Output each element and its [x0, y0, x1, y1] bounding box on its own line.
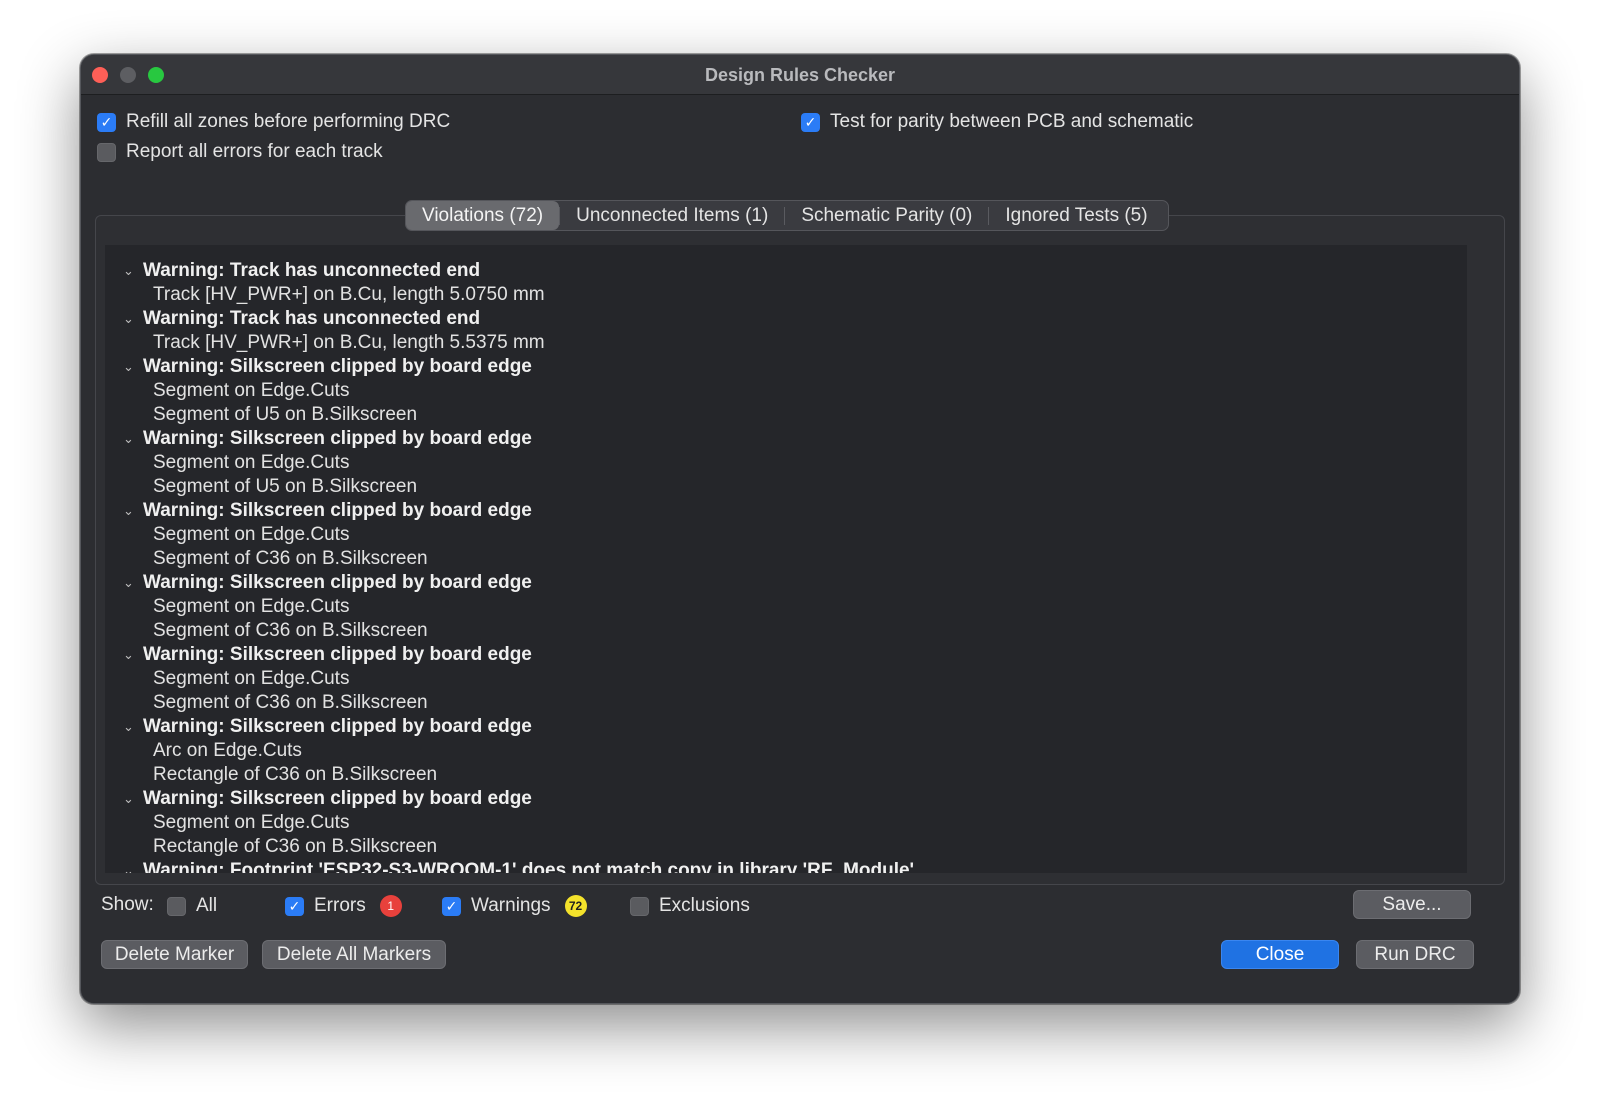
close-button[interactable]: Close: [1221, 940, 1339, 969]
filter-all-label: All: [196, 895, 218, 916]
violation-title: Warning: Silkscreen clipped by board edg…: [143, 428, 532, 449]
chevron-down-icon[interactable]: ⌄: [123, 427, 134, 451]
violation-row[interactable]: ⌄ Warning: Track has unconnected end: [105, 307, 480, 331]
tab-schematic-parity[interactable]: Schematic Parity (0): [785, 201, 988, 230]
violation-row[interactable]: ⌄ Warning: Silkscreen clipped by board ed…: [105, 355, 532, 379]
run-drc-button[interactable]: Run DRC: [1356, 940, 1474, 969]
tab-violations[interactable]: Violations (72): [406, 201, 560, 230]
checkbox-icon[interactable]: [630, 896, 649, 916]
violation-title: Warning: Silkscreen clipped by board edg…: [143, 644, 532, 665]
violation-row[interactable]: ⌄ Warning: Silkscreen clipped by board ed…: [105, 427, 532, 451]
violation-item[interactable]: Rectangle of C36 on B.Silkscreen: [105, 763, 437, 787]
filter-warnings-checkbox[interactable]: ✓ Warnings 72: [442, 895, 587, 917]
violation-item[interactable]: Segment on Edge.Cuts: [105, 811, 349, 835]
filter-errors-checkbox[interactable]: ✓ Errors 1: [285, 895, 402, 917]
report-all-errors-label: Report all errors for each track: [126, 141, 383, 162]
chevron-down-icon[interactable]: ⌄: [123, 499, 134, 523]
violation-item[interactable]: Segment of C36 on B.Silkscreen: [105, 619, 428, 643]
chevron-down-icon[interactable]: ⌄: [123, 787, 134, 811]
tab-unconnected-items[interactable]: Unconnected Items (1): [560, 201, 784, 230]
filter-exclusions-label: Exclusions: [659, 895, 750, 916]
checkbox-icon[interactable]: [167, 896, 186, 916]
violation-title: Warning: Footprint 'ESP32-S3-WROOM-1' do…: [143, 860, 920, 873]
violation-title: Warning: Silkscreen clipped by board edg…: [143, 572, 532, 593]
error-count-badge: 1: [379, 895, 402, 917]
violation-item[interactable]: Segment on Edge.Cuts: [105, 523, 349, 547]
refill-zones-label: Refill all zones before performing DRC: [126, 111, 451, 132]
chevron-down-icon[interactable]: ⌄: [123, 355, 134, 379]
delete-marker-button[interactable]: Delete Marker: [101, 940, 248, 969]
chevron-down-icon[interactable]: ⌄: [123, 259, 134, 283]
violation-item[interactable]: Segment on Edge.Cuts: [105, 451, 349, 475]
violation-title: Warning: Silkscreen clipped by board edg…: [143, 716, 532, 737]
chevron-down-icon[interactable]: ⌄: [123, 859, 134, 873]
violation-row[interactable]: ⌄ Warning: Silkscreen clipped by board ed…: [105, 571, 532, 595]
violation-title: Warning: Silkscreen clipped by board edg…: [143, 788, 532, 809]
chevron-down-icon[interactable]: ⌄: [123, 307, 134, 331]
title-bar[interactable]: Design Rules Checker: [81, 55, 1519, 95]
delete-all-markers-button[interactable]: Delete All Markers: [262, 940, 446, 969]
chevron-down-icon[interactable]: ⌄: [123, 643, 134, 667]
checkbox-icon[interactable]: ✓: [97, 112, 116, 132]
violation-item[interactable]: Segment on Edge.Cuts: [105, 595, 349, 619]
report-all-errors-checkbox[interactable]: Report all errors for each track: [97, 141, 383, 163]
violation-row[interactable]: ⌄ Warning: Silkscreen clipped by board ed…: [105, 787, 532, 811]
drc-dialog: Design Rules Checker ✓ Refill all zones …: [80, 54, 1520, 1004]
chevron-down-icon[interactable]: ⌄: [123, 571, 134, 595]
violation-item[interactable]: Track [HV_PWR+] on B.Cu, length 5.0750 m…: [105, 283, 545, 307]
filter-errors-label: Errors: [314, 895, 366, 916]
violation-title: Warning: Track has unconnected end: [143, 308, 481, 329]
refill-zones-checkbox[interactable]: ✓ Refill all zones before performing DRC: [97, 111, 450, 133]
show-label: Show:: [101, 894, 154, 915]
violation-item[interactable]: Track [HV_PWR+] on B.Cu, length 5.5375 m…: [105, 331, 545, 355]
violation-row[interactable]: ⌄ Warning: Silkscreen clipped by board ed…: [105, 715, 532, 739]
test-parity-checkbox[interactable]: ✓ Test for parity between PCB and schema…: [801, 111, 1193, 133]
violation-item[interactable]: Rectangle of C36 on B.Silkscreen: [105, 835, 437, 859]
violation-title: Warning: Track has unconnected end: [143, 260, 481, 281]
violation-item[interactable]: Segment on Edge.Cuts: [105, 667, 349, 691]
violation-item[interactable]: Segment on Edge.Cuts: [105, 379, 349, 403]
violation-row[interactable]: ⌄ Warning: Silkscreen clipped by board ed…: [105, 499, 532, 523]
warning-count-badge: 72: [564, 895, 587, 917]
violation-item[interactable]: Segment of C36 on B.Silkscreen: [105, 547, 428, 571]
checkbox-icon[interactable]: ✓: [801, 112, 820, 132]
checkbox-icon[interactable]: ✓: [442, 896, 461, 916]
violation-title: Warning: Silkscreen clipped by board edg…: [143, 356, 532, 377]
window-title: Design Rules Checker: [704, 65, 896, 85]
violation-item[interactable]: Arc on Edge.Cuts: [105, 739, 302, 763]
violation-row[interactable]: ⌄ Warning: Silkscreen clipped by board ed…: [105, 643, 532, 667]
save-button[interactable]: Save...: [1353, 890, 1471, 919]
violations-tree[interactable]: ⌄ Warning: Track has unconnected end Track…: [105, 245, 1467, 873]
filter-all-checkbox[interactable]: All: [167, 895, 217, 917]
violation-row[interactable]: ⌄ Warning: Footprint 'ESP32-S3-WROOM-1' d…: [105, 859, 919, 873]
tab-bar: Violations (72) Unconnected Items (1) Sc…: [405, 200, 1169, 231]
violation-item[interactable]: Segment of U5 on B.Silkscreen: [105, 403, 417, 427]
tab-ignored-tests[interactable]: Ignored Tests (5): [989, 201, 1163, 230]
violation-item[interactable]: Segment of C36 on B.Silkscreen: [105, 691, 428, 715]
violation-item[interactable]: Segment of U5 on B.Silkscreen: [105, 475, 417, 499]
filter-warnings-label: Warnings: [471, 895, 551, 916]
test-parity-label: Test for parity between PCB and schemati…: [830, 111, 1194, 132]
filter-exclusions-checkbox[interactable]: Exclusions: [630, 895, 750, 917]
checkbox-icon[interactable]: [97, 142, 116, 162]
violation-title: Warning: Silkscreen clipped by board edg…: [143, 500, 532, 521]
violation-row[interactable]: ⌄ Warning: Track has unconnected end: [105, 259, 480, 283]
chevron-down-icon[interactable]: ⌄: [123, 715, 134, 739]
checkbox-icon[interactable]: ✓: [285, 896, 304, 916]
